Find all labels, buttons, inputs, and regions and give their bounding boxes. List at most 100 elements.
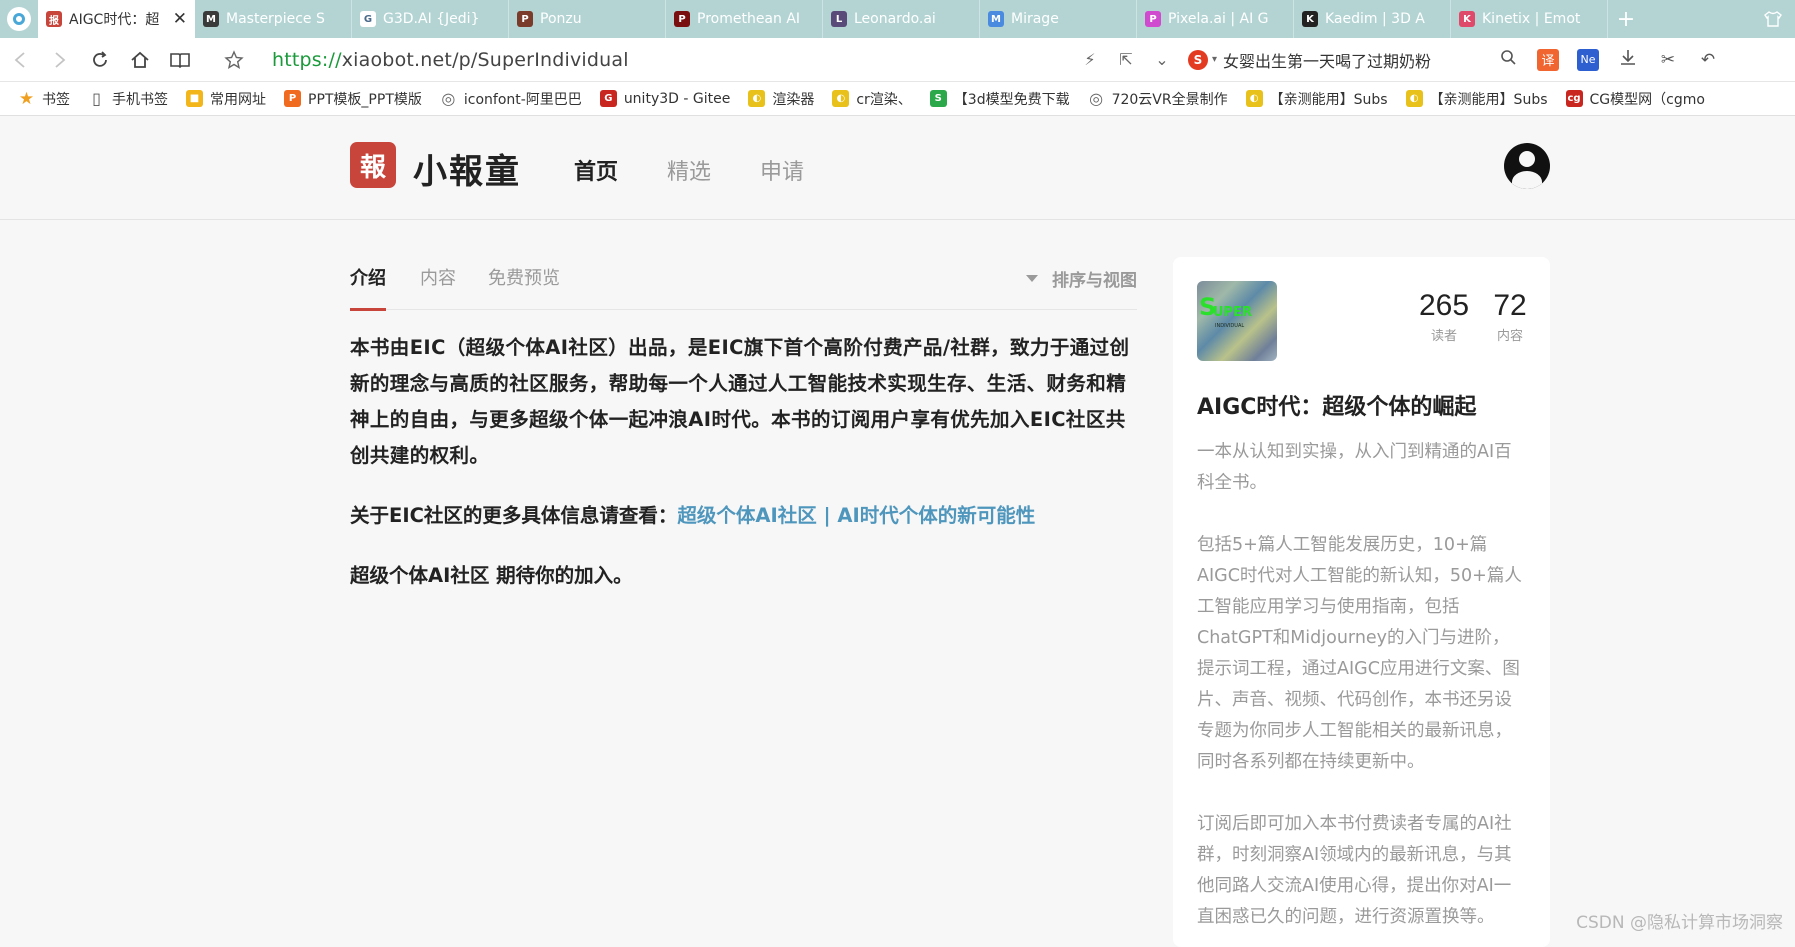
tab-title: Masterpiece S	[226, 11, 325, 27]
readers-label: 读者	[1430, 329, 1457, 344]
undo-icon[interactable]: ↶	[1688, 50, 1728, 70]
tab-title: Kaedim | 3D A	[1325, 11, 1425, 27]
bookmark-item[interactable]: ▯ 手机书签	[88, 89, 168, 109]
tab-favicon-icon: K	[1302, 11, 1318, 27]
browser-tab[interactable]: K Kinetix | Emot	[1451, 0, 1608, 38]
book-description: 一本从认知到实操，从入门到精通的AI百科全书。 包括5+篇人工智能发展历史，10…	[1197, 437, 1527, 947]
tab-intro[interactable]: 介绍	[350, 264, 386, 290]
bookmark-item[interactable]: S 【3d模型免费下载	[929, 89, 1070, 109]
chevron-down-icon[interactable]: ⌄	[1144, 50, 1180, 69]
sort-view-button[interactable]: 排序与视图	[1026, 266, 1137, 291]
bookmark-item[interactable]: cg CG模型网（cgmo	[1565, 89, 1705, 109]
bookmark-item[interactable]: ◐ 【亲测能用】Subs	[1405, 89, 1548, 109]
browser-tab[interactable]: G G3D.AI {Jedi}	[352, 0, 509, 38]
tab-favicon-icon: K	[1459, 11, 1475, 27]
browser-tab[interactable]: M Mirage	[980, 0, 1137, 38]
lightning-icon[interactable]: ⚡	[1072, 50, 1108, 69]
bookmark-item[interactable]: P PPT模板_PPT模版	[284, 89, 422, 109]
tab-title: Mirage	[1011, 11, 1059, 27]
bookmark-item[interactable]: ★ 书签	[18, 89, 70, 109]
bookmark-label: cr渲染、	[856, 91, 912, 108]
translate-button[interactable]: 译	[1537, 48, 1559, 71]
contents-label: 内容	[1496, 329, 1523, 344]
browser-tab[interactable]: K Kaedim | 3D A	[1294, 0, 1451, 38]
back-button[interactable]	[0, 38, 40, 82]
bookmark-icon: ◎	[441, 89, 456, 108]
browser-tab[interactable]: P Pixela.ai | AI G	[1137, 0, 1294, 38]
search-icon[interactable]	[1488, 49, 1528, 70]
nav-home[interactable]: 首页	[574, 154, 618, 186]
tab-title: Pixela.ai | AI G	[1168, 11, 1269, 27]
bookmark-icon: ◐	[1245, 90, 1263, 107]
eic-community-link[interactable]: 超级个体AI社区 | AI时代个体的新可能性	[677, 504, 1035, 527]
book-title: AIGC时代：超级个体的崛起	[1197, 395, 1477, 420]
bookmark-label: 书签	[42, 91, 70, 108]
csdn-watermark: CSDN @隐私计算市场洞察	[1576, 913, 1783, 933]
book-cover-image[interactable]: S UPER INDIVIDUAL	[1197, 281, 1277, 361]
bookmark-icon: G	[599, 90, 617, 107]
tab-favicon-icon: P	[674, 11, 690, 27]
tab-favicon-icon: M	[203, 11, 219, 27]
readers-stat: 265 读者	[1415, 289, 1473, 344]
tab-favicon-icon: M	[988, 11, 1004, 27]
home-button[interactable]	[120, 38, 160, 82]
bookmark-item[interactable]: ◎ 720云VR全景制作	[1088, 89, 1228, 109]
browser-tab[interactable]: P Ponzu	[509, 0, 666, 38]
bookmark-item[interactable]: ■ 常用网址	[186, 89, 266, 109]
tab-title: Ponzu	[540, 11, 582, 27]
forward-button[interactable]	[40, 38, 80, 82]
tab-title: G3D.AI {Jedi}	[383, 11, 480, 27]
user-avatar-icon[interactable]	[1504, 143, 1550, 189]
bookmark-label: 手机书签	[112, 91, 168, 108]
search-suggestion[interactable]: S ▾ 女婴出生第一天喝了过期奶粉	[1188, 48, 1488, 72]
contents-count: 72	[1493, 289, 1527, 322]
bookmark-label: PPT模板_PPT模版	[308, 91, 422, 108]
browser-tab[interactable]: P Promethean AI	[666, 0, 823, 38]
reload-button[interactable]	[80, 38, 120, 82]
tab-title: AIGC时代：超	[69, 12, 160, 28]
shirt-icon[interactable]	[1751, 0, 1795, 38]
bookmark-star-icon[interactable]	[214, 38, 254, 82]
intro-paragraph: 本书由EIC（超级个体AI社区）出品，是EIC旗下首个高阶付费产品/社群，致力于…	[350, 336, 1130, 467]
browser-logo-icon[interactable]	[0, 0, 38, 38]
extension-ne-icon[interactable]: Ne	[1577, 48, 1599, 71]
contents-stat: 72 内容	[1487, 289, 1533, 344]
bookmark-label: CG模型网（cgmo	[1589, 91, 1705, 108]
scissors-icon[interactable]: ✂	[1648, 50, 1688, 70]
tab-title: Promethean AI	[697, 11, 801, 27]
download-icon[interactable]	[1608, 48, 1648, 71]
browser-tab[interactable]: 报 AIGC时代：超 ✕	[38, 0, 195, 38]
tab-close-icon[interactable]: ✕	[173, 9, 187, 29]
bookmark-item[interactable]: ◐ cr渲染、	[832, 89, 912, 109]
bookmark-label: iconfont-阿里巴巴	[463, 91, 582, 108]
bookmark-item[interactable]: ◐ 【亲测能用】Subs	[1245, 89, 1388, 109]
tab-free-preview[interactable]: 免费预览	[488, 264, 560, 290]
closing-paragraph: 超级个体AI社区 期待你的加入。	[350, 564, 633, 587]
site-logo-badge[interactable]: 報	[350, 142, 396, 188]
tab-contents[interactable]: 内容	[420, 264, 456, 290]
bookmark-icon: ■	[186, 90, 203, 107]
url-field[interactable]: https://xiaobot.net/p/SuperIndividual	[272, 49, 1072, 71]
browser-tab[interactable]: M Masterpiece S	[195, 0, 352, 38]
bookmark-item[interactable]: ◐ 渲染器	[748, 89, 814, 109]
tab-favicon-icon: P	[1145, 11, 1161, 27]
desc-paragraph: 订阅后即可加入本书付费读者专属的AI社群，时刻洞察AI领域内的最新讯息，与其他同…	[1197, 814, 1512, 927]
bookmark-icon: ◐	[748, 90, 766, 107]
browser-tab[interactable]: L Leonardo.ai	[823, 0, 980, 38]
bookmark-label: 渲染器	[772, 91, 815, 108]
new-tab-button[interactable]: +	[1608, 0, 1644, 38]
reader-mode-icon[interactable]	[160, 38, 200, 82]
desc-paragraph: 包括5+篇人工智能发展历史，10+篇AIGC时代对人工智能的新认知，50+篇人工…	[1197, 535, 1522, 772]
caret-down-icon: ▾	[1212, 54, 1218, 65]
bookmark-item[interactable]: Gunity3D - Gitee	[599, 90, 730, 107]
nav-apply[interactable]: 申请	[760, 154, 804, 186]
share-icon[interactable]: ⇱	[1108, 50, 1144, 69]
bookmark-icon: ▯	[92, 89, 101, 108]
nav-featured[interactable]: 精选	[667, 154, 711, 186]
bookmark-item[interactable]: ◎ iconfont-阿里巴巴	[440, 89, 582, 109]
bookmark-icon: ◐	[1405, 90, 1423, 107]
bookmark-label: 【亲测能用】Subs	[1429, 91, 1548, 108]
site-logo-text[interactable]: 小報童	[413, 144, 521, 193]
tab-favicon-icon: G	[360, 11, 376, 27]
readers-count: 265	[1418, 289, 1470, 322]
